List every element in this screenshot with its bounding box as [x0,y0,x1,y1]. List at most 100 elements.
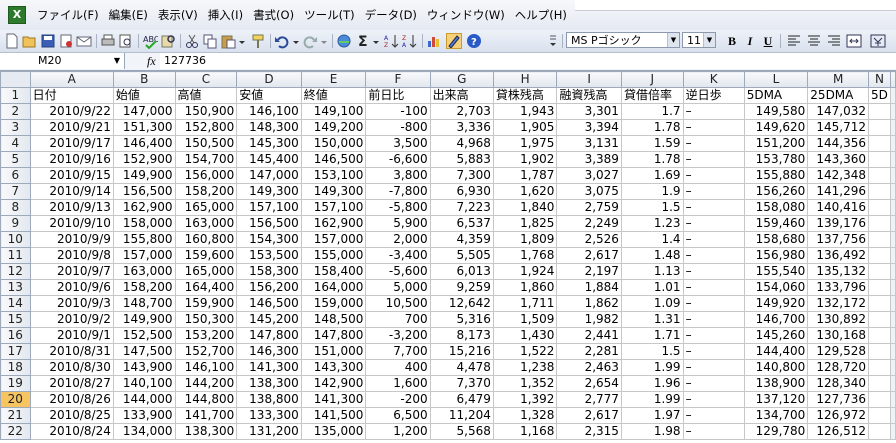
italic-button[interactable]: I [742,33,758,49]
row-header[interactable]: 22 [0,423,31,440]
cell[interactable]: 146,500 [300,151,367,168]
cell[interactable]: 12,642 [429,295,494,312]
cell[interactable]: 136,492 [807,247,870,264]
cell[interactable]: 159,900 [174,295,238,312]
cell[interactable]: 1,982 [556,311,622,328]
cell[interactable]: 25DMA [807,87,870,104]
cell[interactable]: 1.13 [620,263,684,280]
cell[interactable]: – [682,199,745,216]
cell[interactable]: 149,900 [112,311,176,328]
cell[interactable]: – [682,263,745,280]
cell[interactable]: 150,900 [174,103,238,120]
column-header[interactable]: A [29,71,114,88]
cell[interactable]: 140,800 [743,359,809,376]
row-header[interactable]: 13 [0,279,31,296]
cell[interactable]: 155,880 [743,167,809,184]
cell[interactable]: 3,075 [556,183,622,200]
cell[interactable]: 126,972 [807,407,870,424]
vertical-scrollbar-track[interactable] [890,87,896,104]
cell[interactable]: 1,884 [556,279,622,296]
cell[interactable]: 7,223 [429,199,494,216]
column-header[interactable]: L [743,71,809,88]
cell[interactable]: 1.48 [620,247,684,264]
cell[interactable] [868,311,891,328]
cell[interactable]: – [682,215,745,232]
row-header[interactable]: 7 [0,183,31,200]
vertical-scrollbar-track[interactable] [890,183,896,200]
vertical-scrollbar-track[interactable] [890,119,896,136]
email-icon[interactable] [76,33,92,49]
vertical-scrollbar-track[interactable] [890,199,896,216]
cell[interactable]: 137,120 [743,391,809,408]
cell[interactable] [868,375,891,392]
cell[interactable]: 2,703 [429,103,494,120]
cell[interactable]: 5,883 [429,151,494,168]
cell[interactable]: 2010/8/25 [29,407,114,424]
cell[interactable]: 2,463 [556,359,622,376]
cell[interactable]: 1,862 [556,295,622,312]
cell[interactable]: 1,711 [492,295,558,312]
cell[interactable]: 140,100 [112,375,176,392]
cell[interactable]: 146,100 [236,103,302,120]
cell[interactable]: 1,975 [492,135,558,152]
cell[interactable]: 141,700 [174,407,238,424]
cell[interactable]: 154,700 [174,151,238,168]
cell[interactable]: 400 [365,359,431,376]
undo-icon[interactable] [274,33,290,49]
cell[interactable]: 129,528 [807,343,870,360]
cell[interactable]: 1.7 [620,103,684,120]
cell[interactable]: 2,000 [365,231,431,248]
vertical-scrollbar-track[interactable] [890,343,896,360]
cell[interactable]: 2,654 [556,375,622,392]
menu-item-7[interactable]: ウィンドウ(W) [422,7,510,23]
cut-icon[interactable] [184,33,200,49]
cell[interactable]: – [682,359,745,376]
cell[interactable]: – [682,327,745,344]
row-header[interactable]: 5 [0,151,31,168]
cell[interactable]: 1.78 [620,119,684,136]
spelling-icon[interactable]: ABC [142,33,158,49]
row-header[interactable]: 1 [0,87,31,104]
cell[interactable]: 143,900 [112,359,176,376]
cell[interactable]: – [682,407,745,424]
cell[interactable]: 146,500 [236,295,302,312]
cell[interactable]: 138,800 [236,391,302,408]
column-header[interactable]: H [492,71,558,88]
column-header[interactable]: G [429,71,494,88]
cell[interactable]: 1,825 [492,215,558,232]
cell[interactable]: 146,400 [112,135,176,152]
cell[interactable]: 5D [868,87,891,104]
cell[interactable]: 153,200 [174,327,238,344]
cell[interactable]: 1.23 [620,215,684,232]
row-header[interactable]: 19 [0,375,31,392]
vertical-scrollbar[interactable] [890,71,896,88]
cell[interactable]: 142,348 [807,167,870,184]
cell[interactable] [868,343,891,360]
cell[interactable]: 5,316 [429,311,494,328]
cell[interactable]: 153,500 [236,247,302,264]
cell[interactable]: 151,300 [112,119,176,136]
cell[interactable]: 157,000 [300,231,367,248]
column-header[interactable]: E [300,71,367,88]
cell[interactable]: 157,100 [236,199,302,216]
new-icon[interactable] [4,33,20,49]
cell[interactable]: 2010/9/10 [29,215,114,232]
cell[interactable]: 149,200 [300,119,367,136]
paste-icon[interactable] [220,33,236,49]
cell[interactable]: – [682,231,745,248]
cell[interactable]: – [682,119,745,136]
cell[interactable]: 2010/9/1 [29,327,114,344]
cell[interactable]: 158,000 [112,215,176,232]
cell[interactable]: – [682,247,745,264]
cell[interactable]: 1.78 [620,151,684,168]
redo-dropdown-arrow[interactable] [320,33,328,49]
row-header[interactable]: 16 [0,327,31,344]
cell[interactable] [868,391,891,408]
cell[interactable]: 3,800 [365,167,431,184]
cell[interactable]: 1,860 [492,279,558,296]
cell[interactable]: 135,132 [807,263,870,280]
row-header[interactable]: 12 [0,263,31,280]
cell[interactable]: 158,400 [300,263,367,280]
cell[interactable]: 5,505 [429,247,494,264]
autosum-icon[interactable]: Σ [356,33,372,49]
